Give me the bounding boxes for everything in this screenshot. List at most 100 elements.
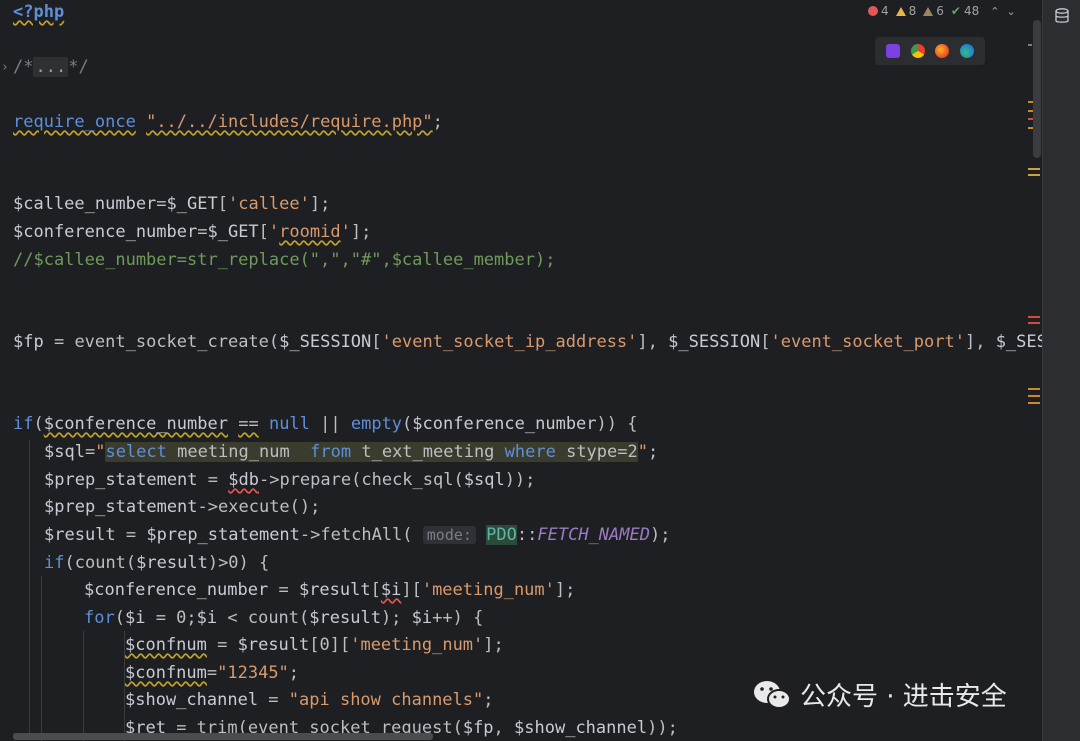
inspection-widget[interactable]: 4 8 6 ✔ 48 ⌃ ⌄ <box>868 0 1040 22</box>
keyword: if <box>44 553 65 573</box>
variable: $conference_number <box>84 580 269 600</box>
variable: $i <box>380 580 402 600</box>
code-line: $fp = event_socket_create($_SESSION['eve… <box>13 331 1042 353</box>
string-literal: 'meeting_num' <box>350 635 484 655</box>
string-literal: "../../includes/require.php" <box>146 112 433 132</box>
code-editor[interactable]: › <?php /*... */ require_once "../../incl… <box>0 0 1042 741</box>
errors-label: 4 <box>881 4 889 18</box>
code-line: if($conference_number == null || empty($… <box>13 414 638 434</box>
right-tool-rail <box>1042 0 1080 741</box>
watermark: 公众号 · 进击安全 <box>752 676 1007 713</box>
string-literal: "12345" <box>217 663 289 683</box>
stripe-mark <box>1028 168 1040 170</box>
variable: $i <box>196 608 218 628</box>
code-line: $confnum = $result[0]['meeting_num']; <box>125 635 504 655</box>
indent-guide <box>41 576 42 741</box>
variable: $i <box>411 608 433 628</box>
warnings-count[interactable]: 8 <box>895 4 916 18</box>
method-call: fetchAll <box>320 525 403 545</box>
watermark-text: 公众号 · 进击安全 <box>800 682 1007 712</box>
folded-comment[interactable]: ... <box>33 57 69 77</box>
stripe-mark <box>1028 388 1040 390</box>
fold-arrow-icon[interactable]: › <box>1 60 9 75</box>
variable: $callee_number <box>13 194 157 214</box>
method-call: prepare <box>279 470 352 490</box>
sql-text: t_ext_meeting <box>351 442 505 462</box>
php-open-tag: <?php <box>13 2 65 22</box>
string-literal: 'meeting_num' <box>421 580 555 600</box>
variable: $fp <box>462 718 494 738</box>
firefox-icon[interactable] <box>935 44 950 58</box>
variable: $i <box>124 608 146 628</box>
errors-count[interactable]: 4 <box>868 4 889 18</box>
sql-keyword: where <box>504 442 556 462</box>
sql-text: stype=2 <box>555 442 638 462</box>
string-quote: ' <box>340 222 351 242</box>
string-literal: 'event_socket_ip_address' <box>381 332 638 352</box>
code-line: $sql="select meeting_num from t_ext_meet… <box>44 442 659 462</box>
variable: $result <box>136 553 208 573</box>
chrome-icon[interactable] <box>910 44 925 58</box>
typo-check-icon: ✔ <box>950 4 961 18</box>
code-line: $prep_statement->execute(); <box>44 497 321 517</box>
code-line: $result = $prep_statement->fetchAll( mod… <box>44 525 671 545</box>
weak-warning-icon <box>923 6 934 16</box>
code-line: /*... */ <box>13 56 89 78</box>
string-quote: ' <box>268 222 280 242</box>
variable: $db <box>228 470 259 490</box>
stripe-mark <box>1028 44 1032 46</box>
variable: $confnum <box>125 635 207 655</box>
variable: $show_channel <box>125 690 259 710</box>
chevron-up-icon[interactable]: ⌃ <box>990 5 999 18</box>
variable: $prep_statement <box>44 497 198 517</box>
code-line: <?php <box>13 1 65 23</box>
weak-warnings-label: 6 <box>936 4 944 18</box>
code-line: $confnum="12345"; <box>125 663 300 683</box>
string-quote: " <box>637 442 648 462</box>
variable: $prep_statement <box>44 470 198 490</box>
variable: $result <box>309 608 381 628</box>
warning-icon <box>895 6 906 16</box>
keyword: if <box>13 414 34 434</box>
typos-label: 48 <box>963 4 980 18</box>
string-quote: " <box>95 442 106 462</box>
indent-guide <box>29 440 30 740</box>
edge-icon[interactable] <box>960 44 975 58</box>
class-name: PDO <box>486 525 517 545</box>
stripe-mark <box>1028 174 1040 176</box>
comment-line: //$callee_number=str_replace(",","#",$ca… <box>13 250 556 270</box>
code-line: require_once "../../includes/require.php… <box>13 112 443 132</box>
variable: $result <box>298 580 371 600</box>
string-literal: roomid <box>279 222 341 242</box>
sql-keyword: select <box>105 442 167 462</box>
keyword: empty <box>350 414 403 434</box>
stripe-mark <box>1028 316 1040 318</box>
horizontal-scrollbar[interactable] <box>13 733 433 740</box>
chevron-down-icon[interactable]: ⌄ <box>1006 5 1015 18</box>
variable: $sql <box>463 470 505 490</box>
keyword: null <box>268 414 310 434</box>
weak-warnings-count[interactable]: 6 <box>923 4 944 18</box>
sql-keyword: from <box>310 442 352 462</box>
keyword: require_once <box>13 112 136 132</box>
vertical-scrollbar[interactable] <box>1033 20 1041 158</box>
variable: $show_channel <box>514 718 648 738</box>
function-call: count <box>74 553 126 573</box>
code-line: if(count($result)>0) { <box>44 553 270 573</box>
variable: $_GET <box>207 222 259 242</box>
typos-count[interactable]: ✔ 48 <box>951 4 979 18</box>
variable: $_GET <box>166 194 218 214</box>
constant: FETCH_NAMED <box>537 525 650 545</box>
variable: $_SESSION <box>279 332 372 352</box>
phpstorm-icon[interactable] <box>885 44 900 58</box>
string-literal: "api show channels" <box>288 690 484 710</box>
error-icon <box>868 6 878 16</box>
database-icon[interactable] <box>1055 8 1069 24</box>
code-line: $callee_number=$_GET['callee']; <box>13 194 331 214</box>
code-line: for($i = 0;$i < count($result); $i++) { <box>84 608 484 628</box>
comment-start: /* <box>13 57 34 77</box>
comment-end: */ <box>68 57 89 77</box>
stripe-mark <box>1028 402 1040 404</box>
stripe-mark <box>1028 395 1040 397</box>
code-line: $prep_statement = $db->prepare(check_sql… <box>44 470 536 490</box>
